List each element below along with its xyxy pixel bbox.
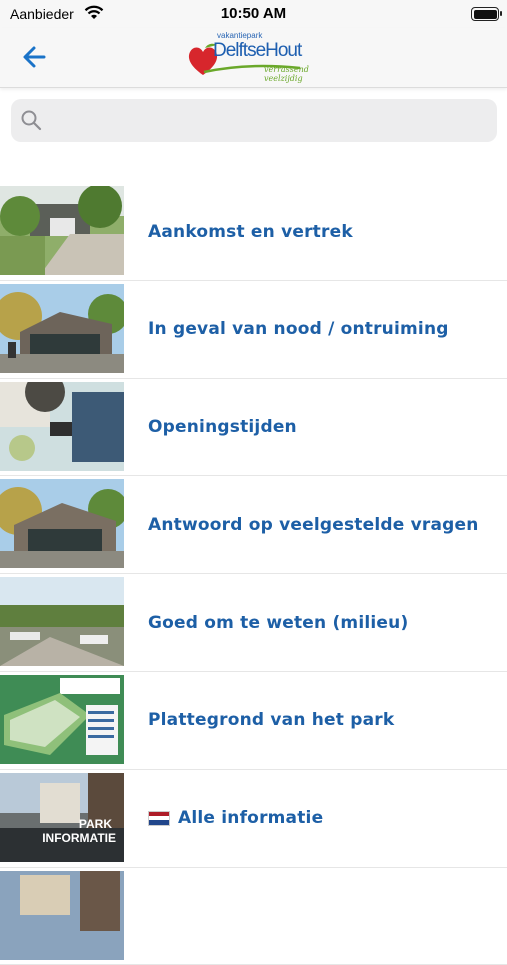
arrow-left-icon [23, 46, 46, 68]
battery-icon [471, 7, 502, 21]
cabin-photo [0, 283, 124, 373]
list-item-opening-hours[interactable]: Openingstijden [0, 379, 507, 477]
netherlands-flag-icon [148, 810, 170, 826]
cabin-photo [0, 479, 124, 569]
list-item-faq[interactable]: Antwoord op veelgestelde vragen [0, 476, 507, 575]
list-item-label: Aankomst en vertrek [148, 221, 353, 242]
search-icon [20, 109, 42, 135]
list-item-label: Alle informatie [178, 808, 324, 829]
logo-tagline: verrassend veelzijdig [264, 65, 309, 83]
clock: 10:50 AM [220, 5, 287, 22]
list-item-label: Openingstijden [148, 417, 297, 438]
status-bar: Aanbieder 10:50 AM [0, 0, 507, 28]
logo-subtitle: vakantiepark [217, 31, 263, 40]
park-logo: vakantiepark DelftseHout verrassend veel… [186, 30, 326, 84]
list-item-label: In geval van nood / ontruiming [148, 319, 449, 340]
table-items-photo [0, 381, 124, 471]
nav-bar: vakantiepark DelftseHout verrassend veel… [0, 28, 507, 88]
list-item-emergency[interactable]: In geval van nood / ontruiming [0, 281, 507, 379]
list-item-label: Goed om te weten (milieu) [148, 612, 409, 633]
list-item-all-info[interactable]: PARK INFORMATIE Alle informatie [0, 770, 507, 868]
search-input[interactable] [53, 99, 483, 142]
list-item-label-wrap: Alle informatie [148, 770, 323, 867]
list-item-environment[interactable]: Goed om te weten (milieu) [0, 574, 507, 672]
list-item-label: Antwoord op veelgestelde vragen [148, 514, 479, 535]
banner-text-park: PARK [79, 817, 112, 831]
park-informatie-banner: PARK INFORMATIE [0, 772, 124, 862]
back-button[interactable] [18, 40, 52, 74]
info-list: Aankomst en vertrek In geval van nood / … [0, 183, 507, 965]
park-aerial-photo [0, 577, 124, 667]
park-map [0, 674, 124, 764]
camping-road-photo [0, 186, 124, 275]
logo-name: DelftseHout [213, 40, 302, 61]
list-item-arrival[interactable]: Aankomst en vertrek [0, 183, 507, 281]
town-photo [0, 870, 124, 960]
banner-text-informatie: INFORMATIE [42, 831, 116, 845]
search-bar [11, 99, 497, 142]
list-item-park-map[interactable]: Plattegrond van het park [0, 672, 507, 770]
list-item-label: Plattegrond van het park [148, 710, 395, 731]
list-item-partial[interactable] [0, 868, 507, 965]
